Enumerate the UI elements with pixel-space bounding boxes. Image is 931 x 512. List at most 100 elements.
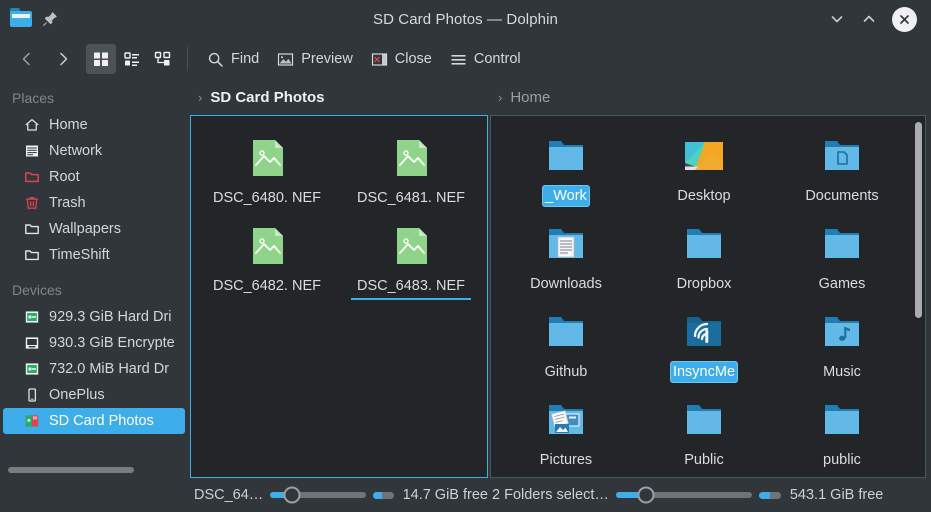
encrypted-drive-icon [23,335,40,352]
file-item[interactable]: DSC_6483. NEF [339,216,483,304]
hard-drive-icon [23,309,40,326]
sd-card-icon [23,413,40,430]
title-bar: SD Card Photos — Dolphin [0,0,931,38]
left-breadcrumb[interactable]: › SD Card Photos [188,80,488,115]
folder-label: Public [684,452,724,468]
folder-label: Desktop [677,188,731,204]
close-panel-button[interactable]: Close [363,44,440,74]
sidebar-section-places: Places [12,90,55,106]
sidebar-item-encrypted-drive-930[interactable]: 930.3 GiB Encrypte [3,330,185,356]
sidebar-item-label: 732.0 MiB Hard Dr [49,361,170,377]
places-sidebar: Places Home Network Root Trash Wallpaper… [0,80,188,478]
folder-item[interactable]: Pictures [497,390,635,477]
back-button[interactable] [10,44,44,74]
folder-item[interactable]: InsyncMe [635,302,773,390]
sidebar-item-network[interactable]: Network [3,138,185,164]
details-view-button[interactable] [148,44,178,74]
folder-item[interactable]: Music [773,302,911,390]
folder-item[interactable]: Github [497,302,635,390]
sidebar-item-label: Root [49,169,80,185]
folder-icon [10,8,32,30]
folder-item[interactable]: Games [773,214,911,302]
folder-item[interactable]: _Work [497,126,635,214]
slider-handle[interactable] [283,486,301,504]
close-button[interactable] [892,6,917,32]
folder-label: InsyncMe [670,362,738,382]
left-free-space: 14.7 GiB free [402,487,488,503]
left-space-bar [373,491,394,499]
right-zoom-slider[interactable] [615,486,752,504]
minimize-button[interactable] [828,10,846,28]
find-button[interactable]: Find [199,44,267,74]
folder-label: Downloads [530,276,602,292]
sidebar-item-trash[interactable]: Trash [3,190,185,216]
hamburger-menu-icon [450,51,467,68]
folder-item[interactable]: Public [635,390,773,477]
sidebar-horizontal-scrollbar[interactable] [8,467,180,473]
search-icon [207,51,224,68]
control-label: Control [473,51,521,67]
sidebar-item-oneplus[interactable]: OnePlus [3,382,185,408]
right-file-view[interactable]: _Work Desktop Documents Downloads Dropbo… [490,115,926,478]
folder-item[interactable]: public [773,390,911,477]
left-file-view[interactable]: DSC_6480. NEF DSC_6481. NEF DSC_6482. NE… [190,115,488,478]
breadcrumb-label: SD Card Photos [210,89,325,106]
sidebar-item-timeshift[interactable]: TimeShift [3,242,185,268]
folder-item[interactable]: Dropbox [635,214,773,302]
slider-handle[interactable] [637,486,655,504]
file-label: DSC_6482. NEF [213,278,321,294]
close-panel-icon [371,51,388,68]
left-zoom-slider[interactable] [270,486,367,504]
documents-folder-icon [818,132,866,180]
folder-item[interactable]: Desktop [635,126,773,214]
file-item[interactable]: DSC_6480. NEF [195,128,339,216]
sidebar-item-hard-drive-732[interactable]: 732.0 MiB Hard Dr [3,356,185,382]
folder-icon [818,220,866,268]
forward-button[interactable] [46,44,80,74]
folder-item[interactable]: Documents [773,126,911,214]
right-icon-grid: _Work Desktop Documents Downloads Dropbo… [491,116,925,477]
sidebar-item-home[interactable]: Home [3,112,185,138]
file-item[interactable]: DSC_6481. NEF [339,128,483,216]
pin-icon[interactable] [42,11,58,27]
right-status-section: 2 Folders select… 543.1 GiB free [488,486,931,504]
downloads-folder-icon [542,220,590,268]
sidebar-item-hard-drive-929[interactable]: 929.3 GiB Hard Dri [3,304,185,330]
folder-label: public [823,452,861,468]
chevron-right-icon: › [198,90,203,105]
right-status-text: 2 Folders select… [492,487,609,503]
file-label: DSC_6481. NEF [357,190,465,206]
image-file-icon [243,134,291,182]
scrollbar-thumb[interactable] [8,467,134,473]
compact-view-button[interactable] [117,44,147,74]
close-panel-label: Close [394,51,432,67]
folder-label: Games [818,276,866,292]
folder-item[interactable]: Downloads [497,214,635,302]
right-free-space: 543.1 GiB free [789,487,884,503]
music-folder-icon [818,308,866,356]
left-pane: › SD Card Photos DSC_6480. NEF DSC_6481.… [188,80,488,478]
file-label: DSC_6483. NEF [351,278,471,300]
sidebar-item-sd-card-photos[interactable]: SD Card Photos [3,408,185,434]
find-label: Find [231,51,260,67]
sidebar-item-root[interactable]: Root [3,164,185,190]
right-breadcrumb[interactable]: › Home [488,80,926,115]
control-button[interactable]: Control [442,44,529,74]
folder-icon [542,132,590,180]
maximize-button[interactable] [860,10,878,28]
preview-button[interactable]: Preview [269,44,361,74]
left-status-section: DSC_64… 14.7 GiB free [188,486,488,504]
file-label: DSC_6480. NEF [213,190,321,206]
insync-folder-icon [680,308,728,356]
hard-drive-icon [23,361,40,378]
folder-label: Dropbox [676,276,732,292]
icons-view-button[interactable] [86,44,116,74]
breadcrumb-label: Home [510,89,551,106]
image-file-icon [387,222,435,270]
right-pane-vertical-scrollbar[interactable] [915,122,922,318]
sidebar-item-label: Network [49,143,103,159]
left-icon-grid: DSC_6480. NEF DSC_6481. NEF DSC_6482. NE… [191,116,487,310]
sidebar-item-wallpapers[interactable]: Wallpapers [3,216,185,242]
window-controls [828,6,931,32]
file-item[interactable]: DSC_6482. NEF [195,216,339,304]
